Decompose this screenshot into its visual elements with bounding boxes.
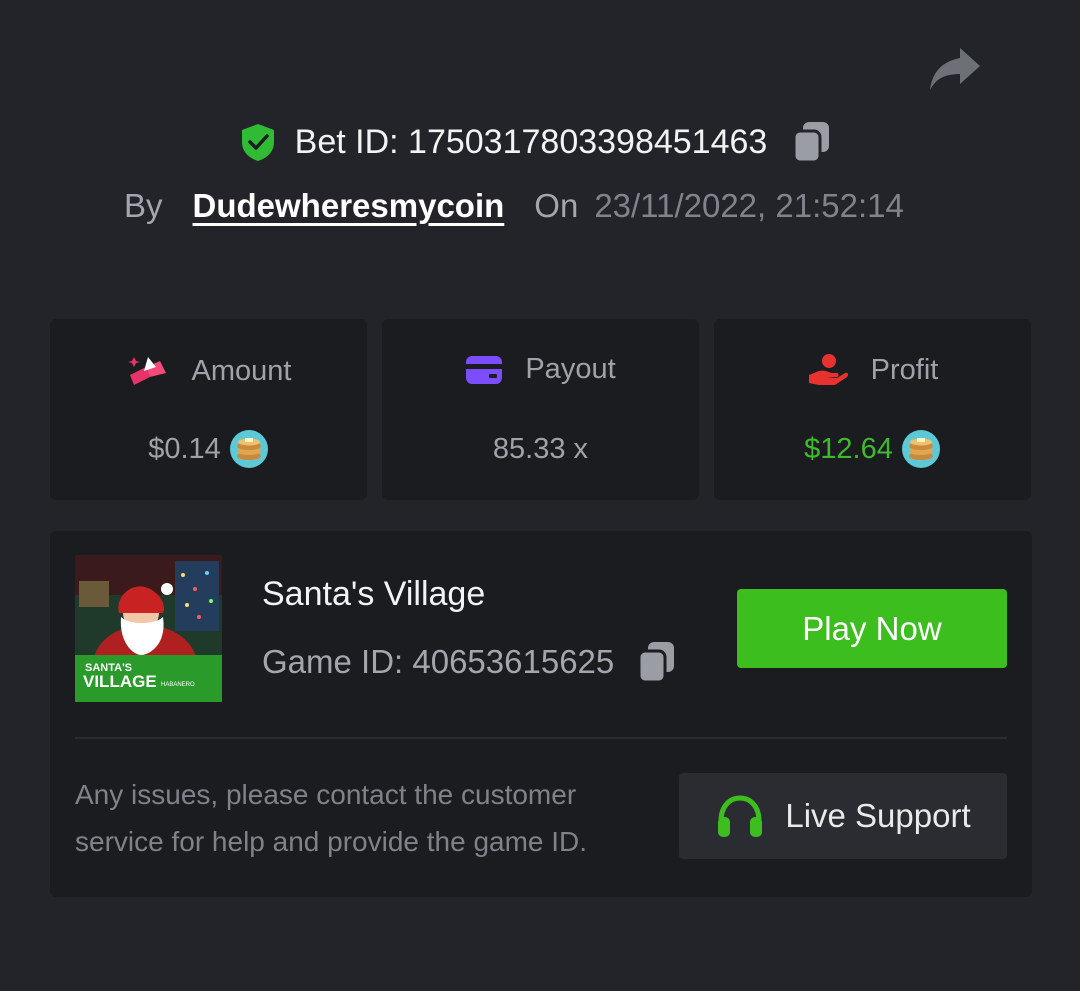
game-id-row: Game ID: 40653615625 bbox=[262, 637, 676, 687]
headset-icon bbox=[718, 795, 763, 837]
game-id: Game ID: 40653615625 bbox=[262, 643, 615, 680]
live-support-button[interactable]: Live Support bbox=[679, 773, 1007, 859]
username-link[interactable]: Dudewheresmycoin bbox=[193, 187, 505, 225]
game-thumbnail[interactable]: SANTA'S VILLAGE HABANERO bbox=[75, 555, 222, 702]
bet-amount-icon bbox=[127, 357, 166, 385]
live-support-label: Live Support bbox=[785, 797, 971, 834]
bet-meta-row: By Dudewheresmycoin On 23/11/2022, 21:52… bbox=[124, 182, 904, 230]
svg-text:HABANERO: HABANERO bbox=[161, 682, 195, 688]
payout-label: Payout bbox=[525, 353, 616, 385]
pancake-coin-icon bbox=[901, 430, 940, 468]
copy-game-id-icon[interactable] bbox=[636, 640, 676, 684]
bet-datetime: 23/11/2022, 21:52:14 bbox=[594, 187, 904, 224]
bet-id-row: Bet ID: 1750317803398451463 bbox=[0, 118, 1080, 166]
payout-value: 85.33 x bbox=[492, 432, 589, 465]
svg-text:VILLAGE: VILLAGE bbox=[83, 672, 157, 691]
on-label: On bbox=[534, 187, 579, 224]
share-icon[interactable] bbox=[926, 44, 982, 94]
copy-bet-id-icon[interactable] bbox=[791, 120, 831, 164]
play-now-button[interactable]: Play Now bbox=[737, 589, 1007, 668]
amount-value: $0.14 bbox=[148, 432, 221, 465]
hand-coin-icon bbox=[808, 354, 848, 385]
verified-shield-icon bbox=[241, 124, 274, 161]
game-title: Santa's Village bbox=[262, 575, 486, 613]
pancake-coin-icon bbox=[229, 430, 268, 468]
divider bbox=[75, 737, 1007, 739]
profit-label: Profit bbox=[870, 353, 939, 386]
payout-card: Payout 85.33 x bbox=[382, 319, 699, 500]
profit-value: $12.64 bbox=[804, 432, 893, 465]
wallet-card-icon bbox=[466, 355, 503, 384]
help-text: Any issues, please contact the customer … bbox=[75, 779, 588, 857]
profit-card: Profit $12.64 bbox=[714, 319, 1031, 500]
amount-label: Amount bbox=[191, 354, 292, 387]
amount-card: Amount $0.14 bbox=[50, 319, 367, 500]
game-card: SANTA'S VILLAGE HABANERO Santa's Village… bbox=[50, 531, 1032, 897]
bet-id: Bet ID: 1750317803398451463 bbox=[294, 122, 768, 161]
by-label: By bbox=[124, 187, 163, 224]
